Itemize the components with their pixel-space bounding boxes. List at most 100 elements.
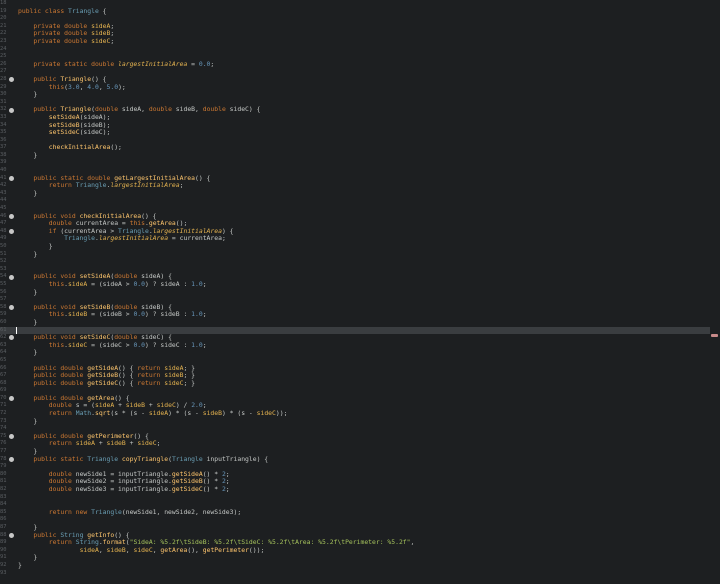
line-number: 59 xyxy=(0,311,7,318)
code-token: sideC xyxy=(133,545,153,554)
code-token: 0.0 xyxy=(133,340,145,349)
line-number: 43 xyxy=(0,189,7,196)
fold-circle-icon[interactable] xyxy=(9,107,14,113)
code-line[interactable]: 39 xyxy=(0,159,710,167)
fold-circle-icon[interactable] xyxy=(9,532,14,538)
line-number: 51 xyxy=(0,250,7,257)
line-number: 28 xyxy=(0,75,7,82)
code-token: public static xyxy=(33,454,88,463)
code-token: (sideC); xyxy=(79,128,111,137)
line-number: 35 xyxy=(0,129,7,136)
code-line[interactable]: 30 } xyxy=(0,90,710,99)
code-token: } xyxy=(18,249,38,258)
code-token: } xyxy=(18,287,38,296)
code-line[interactable]: 76 return sideA + sideB + sideC; xyxy=(0,440,710,448)
fold-circle-icon[interactable] xyxy=(9,274,14,280)
code-text: this.sideA = (sideA > 0.0) ? sideA : 1.0… xyxy=(18,279,207,289)
code-area[interactable]: 18 19 public class Triangle {20 21 private … xyxy=(0,0,710,577)
code-token: getSideC xyxy=(87,378,119,387)
code-line[interactable]: 90 sideA, sideB, sideC, getArea(), getPe… xyxy=(0,545,710,555)
fold-circle-icon[interactable] xyxy=(9,304,14,310)
line-number: 72 xyxy=(0,410,7,417)
line-number: 41 xyxy=(0,174,7,181)
code-line[interactable]: 56 } xyxy=(0,287,710,297)
code-text: return Math.sqrt(s * (s - sideA) * (s - … xyxy=(18,409,288,418)
code-line[interactable]: 91 } xyxy=(0,554,710,562)
fold-circle-icon[interactable] xyxy=(9,175,14,181)
code-line[interactable]: 64 } xyxy=(0,349,710,357)
code-line[interactable]: 19 public class Triangle { xyxy=(0,6,710,16)
code-line[interactable]: 85 return new Triangle(newSide1, newSide… xyxy=(0,507,710,517)
fold-circle-icon[interactable] xyxy=(9,77,14,83)
code-line[interactable]: 86 xyxy=(0,516,710,524)
code-line[interactable]: 72 return Math.sqrt(s * (s - sideA) * (s… xyxy=(0,409,710,418)
code-line[interactable]: 23 private double sideC; xyxy=(0,36,710,46)
code-line[interactable]: 35 setSideC(sideC); xyxy=(0,128,710,137)
line-number: 46 xyxy=(0,212,7,219)
code-token: } xyxy=(18,348,38,357)
code-token: Triangle xyxy=(91,507,122,516)
code-line[interactable]: 83 xyxy=(0,494,710,502)
code-token: ) * (s - xyxy=(168,409,203,418)
fold-circle-icon[interactable] xyxy=(9,456,14,462)
code-line[interactable]: 73 } xyxy=(0,417,710,426)
code-line[interactable]: 43 } xyxy=(0,188,710,198)
code-editor[interactable]: 18 19 public class Triangle {20 21 private … xyxy=(0,0,720,584)
code-line[interactable]: 26 private static double largestInitialA… xyxy=(0,59,710,69)
code-line[interactable]: 78 public static Triangle copyTriangle(T… xyxy=(0,454,710,464)
code-line[interactable]: 38 } xyxy=(0,151,710,160)
code-token: sideC xyxy=(91,36,111,45)
code-line[interactable]: 60 } xyxy=(0,318,710,327)
code-text: } xyxy=(18,561,22,570)
line-number: 73 xyxy=(0,417,7,424)
scrollbar[interactable] xyxy=(710,0,720,584)
code-token: 0.0 xyxy=(133,310,145,319)
line-number: 45 xyxy=(0,205,7,212)
code-token: sideC) { xyxy=(229,105,261,114)
code-line[interactable]: 29 this(3.0, 4.0, 5.0); xyxy=(0,83,710,92)
code-line[interactable]: 59 this.sideB = (sideB > 0.0) ? sideB : … xyxy=(0,311,710,319)
line-number: 32 xyxy=(0,106,7,113)
code-line[interactable]: 68 public double getSideC() { return sid… xyxy=(0,378,710,388)
code-token: ) ? sideC : xyxy=(145,340,192,349)
code-line[interactable]: 52 xyxy=(0,258,710,266)
fold-circle-icon[interactable] xyxy=(9,335,14,341)
scrollbar-error-marker[interactable] xyxy=(711,334,718,337)
code-token: () { xyxy=(118,378,138,387)
line-number: 55 xyxy=(0,280,7,287)
code-token: return xyxy=(137,378,165,387)
code-token: largestInitialArea xyxy=(118,59,188,68)
code-token: 0.0 xyxy=(198,59,211,68)
fold-circle-icon[interactable] xyxy=(9,229,14,234)
code-token: (newSide1, newSide2, newSide3); xyxy=(121,507,242,516)
code-line[interactable]: 24 xyxy=(0,46,710,54)
code-line[interactable]: 42 return Triangle.largestInitialArea; xyxy=(0,181,710,190)
code-line[interactable]: 55 this.sideA = (sideA > 0.0) ? sideA : … xyxy=(0,279,710,289)
code-token: sideA xyxy=(68,279,88,288)
code-token: double xyxy=(202,105,230,114)
code-text: public double getSideC() { return sideC;… xyxy=(18,378,195,388)
code-token: public class xyxy=(18,6,69,15)
fold-circle-icon[interactable] xyxy=(9,434,14,440)
code-token: sideB xyxy=(106,545,126,554)
code-token: } xyxy=(18,188,38,197)
code-line[interactable]: 50 } xyxy=(0,242,710,251)
code-line[interactable]: 82 double newSide3 = inputTriangle.getSi… xyxy=(0,485,710,494)
code-line[interactable]: 92} xyxy=(0,561,710,570)
code-line[interactable]: 51 } xyxy=(0,249,710,259)
code-line[interactable]: 37 checkInitialArea(); xyxy=(0,143,710,152)
code-token: ) ? sideA : xyxy=(145,279,192,288)
line-number: 86 xyxy=(0,516,7,523)
code-token: setSideC xyxy=(48,128,80,137)
code-line[interactable]: 44 xyxy=(0,197,710,205)
code-line[interactable]: 49 Triangle.largestInitialArea = current… xyxy=(0,235,710,243)
code-line[interactable]: 93 xyxy=(0,570,710,578)
fold-circle-icon[interactable] xyxy=(9,213,14,219)
line-number: 79 xyxy=(0,463,7,470)
fold-circle-icon[interactable] xyxy=(9,396,14,402)
code-line[interactable]: 63 this.sideC = (sideC > 0.0) ? sideC : … xyxy=(0,340,710,350)
line-number: 87 xyxy=(0,523,7,530)
